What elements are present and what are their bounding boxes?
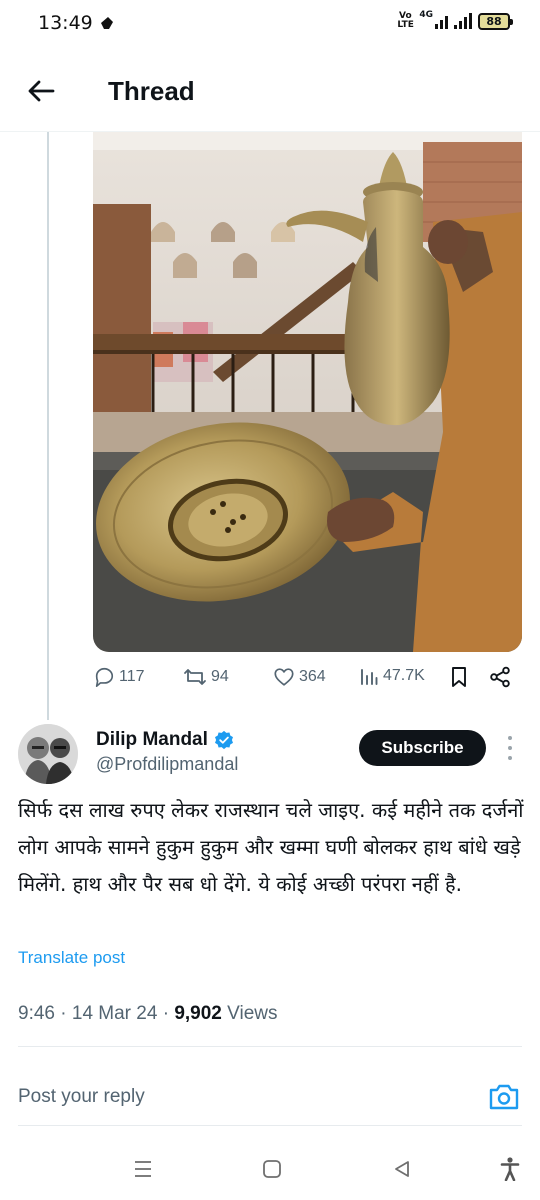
signal-icon [435,13,448,29]
system-nav-bar [0,1140,540,1200]
tweet-photo[interactable] [93,132,522,652]
more-dot [508,746,512,750]
views-number: 9,902 [174,1003,222,1024]
meta-separator: · [60,1003,72,1024]
views-button[interactable]: 47.7K [359,666,425,686]
repost-count: 94 [211,668,229,685]
bookmark-icon [452,667,466,687]
status-time: 13:49 [38,12,93,34]
more-dot [508,756,512,760]
triangle-back-icon [395,1161,409,1177]
meta-separator: · [162,1003,175,1024]
network-type: 4G [419,10,433,20]
signal-icon-2 [454,13,472,29]
author-name-text: Dilip Mandal [96,729,208,750]
tweet-text: सिर्फ दस लाख रुपए लेकर राजस्थान चले जाइए… [18,798,524,896]
header: Thread [0,48,540,132]
tweet-time[interactable]: 9:46 [18,1003,55,1024]
views-count: 47.7K [383,667,425,684]
battery-level: 88 [486,14,502,28]
like-button[interactable]: 364 [273,666,326,688]
divider [18,1125,522,1126]
repost-button[interactable]: 94 [183,666,229,688]
avatar-image [18,724,78,784]
tweet-meta: 9:46 · 14 Mar 24 · 9,902 Views [18,1003,277,1025]
share-icon [490,666,510,688]
thread-connector-line [47,132,49,720]
reply-count: 117 [119,668,145,685]
square-icon [263,1160,281,1178]
more-dot [508,736,512,740]
home-button[interactable] [259,1156,285,1182]
menu-icon [135,1161,151,1177]
views-icon [361,669,378,685]
camera-icon [489,1084,519,1110]
subscribe-button[interactable]: Subscribe [359,730,486,766]
back-nav-button[interactable] [389,1156,415,1182]
volte-indicator: Vo LTE [397,11,414,30]
tweet-author: Dilip Mandal @Profdilipmandal Subscribe [0,718,540,788]
page-title: Thread [108,76,195,106]
author-handle[interactable]: @Profdilipmandal [96,754,238,775]
photo-illustration [93,132,522,652]
notification-icon [101,17,113,29]
accessibility-icon [500,1157,520,1181]
back-button[interactable] [24,74,58,108]
battery-icon: 88 [478,12,513,30]
reply-input[interactable]: Post your reply [18,1086,145,1108]
tweet-action-bar: 117 94 364 47.7K [93,662,522,698]
share-button[interactable] [489,666,511,688]
arrow-left-icon [28,80,55,102]
like-count: 364 [299,668,326,685]
more-options-button[interactable] [500,736,520,760]
tweet-date[interactable]: 14 Mar 24 [72,1003,158,1024]
views-label: Views [227,1003,278,1024]
reply-icon [95,667,114,687]
avatar[interactable] [18,724,78,784]
author-name[interactable]: Dilip Mandal [96,729,234,751]
camera-button[interactable] [488,1082,520,1112]
repost-icon [184,669,206,685]
divider [18,1046,522,1047]
recent-apps-button[interactable] [130,1156,156,1182]
translate-post-link[interactable]: Translate post [18,948,125,968]
bookmark-button[interactable] [449,666,469,688]
accessibility-button[interactable] [497,1156,523,1182]
status-bar: 13:49 Vo LTE 4G 88 [0,0,540,48]
status-indicators: Vo LTE 4G 88 [397,10,513,30]
heart-icon [274,668,294,686]
reply-button[interactable]: 117 [93,666,145,688]
reply-bar: Post your reply [0,1068,540,1126]
verified-badge-icon [214,730,233,750]
